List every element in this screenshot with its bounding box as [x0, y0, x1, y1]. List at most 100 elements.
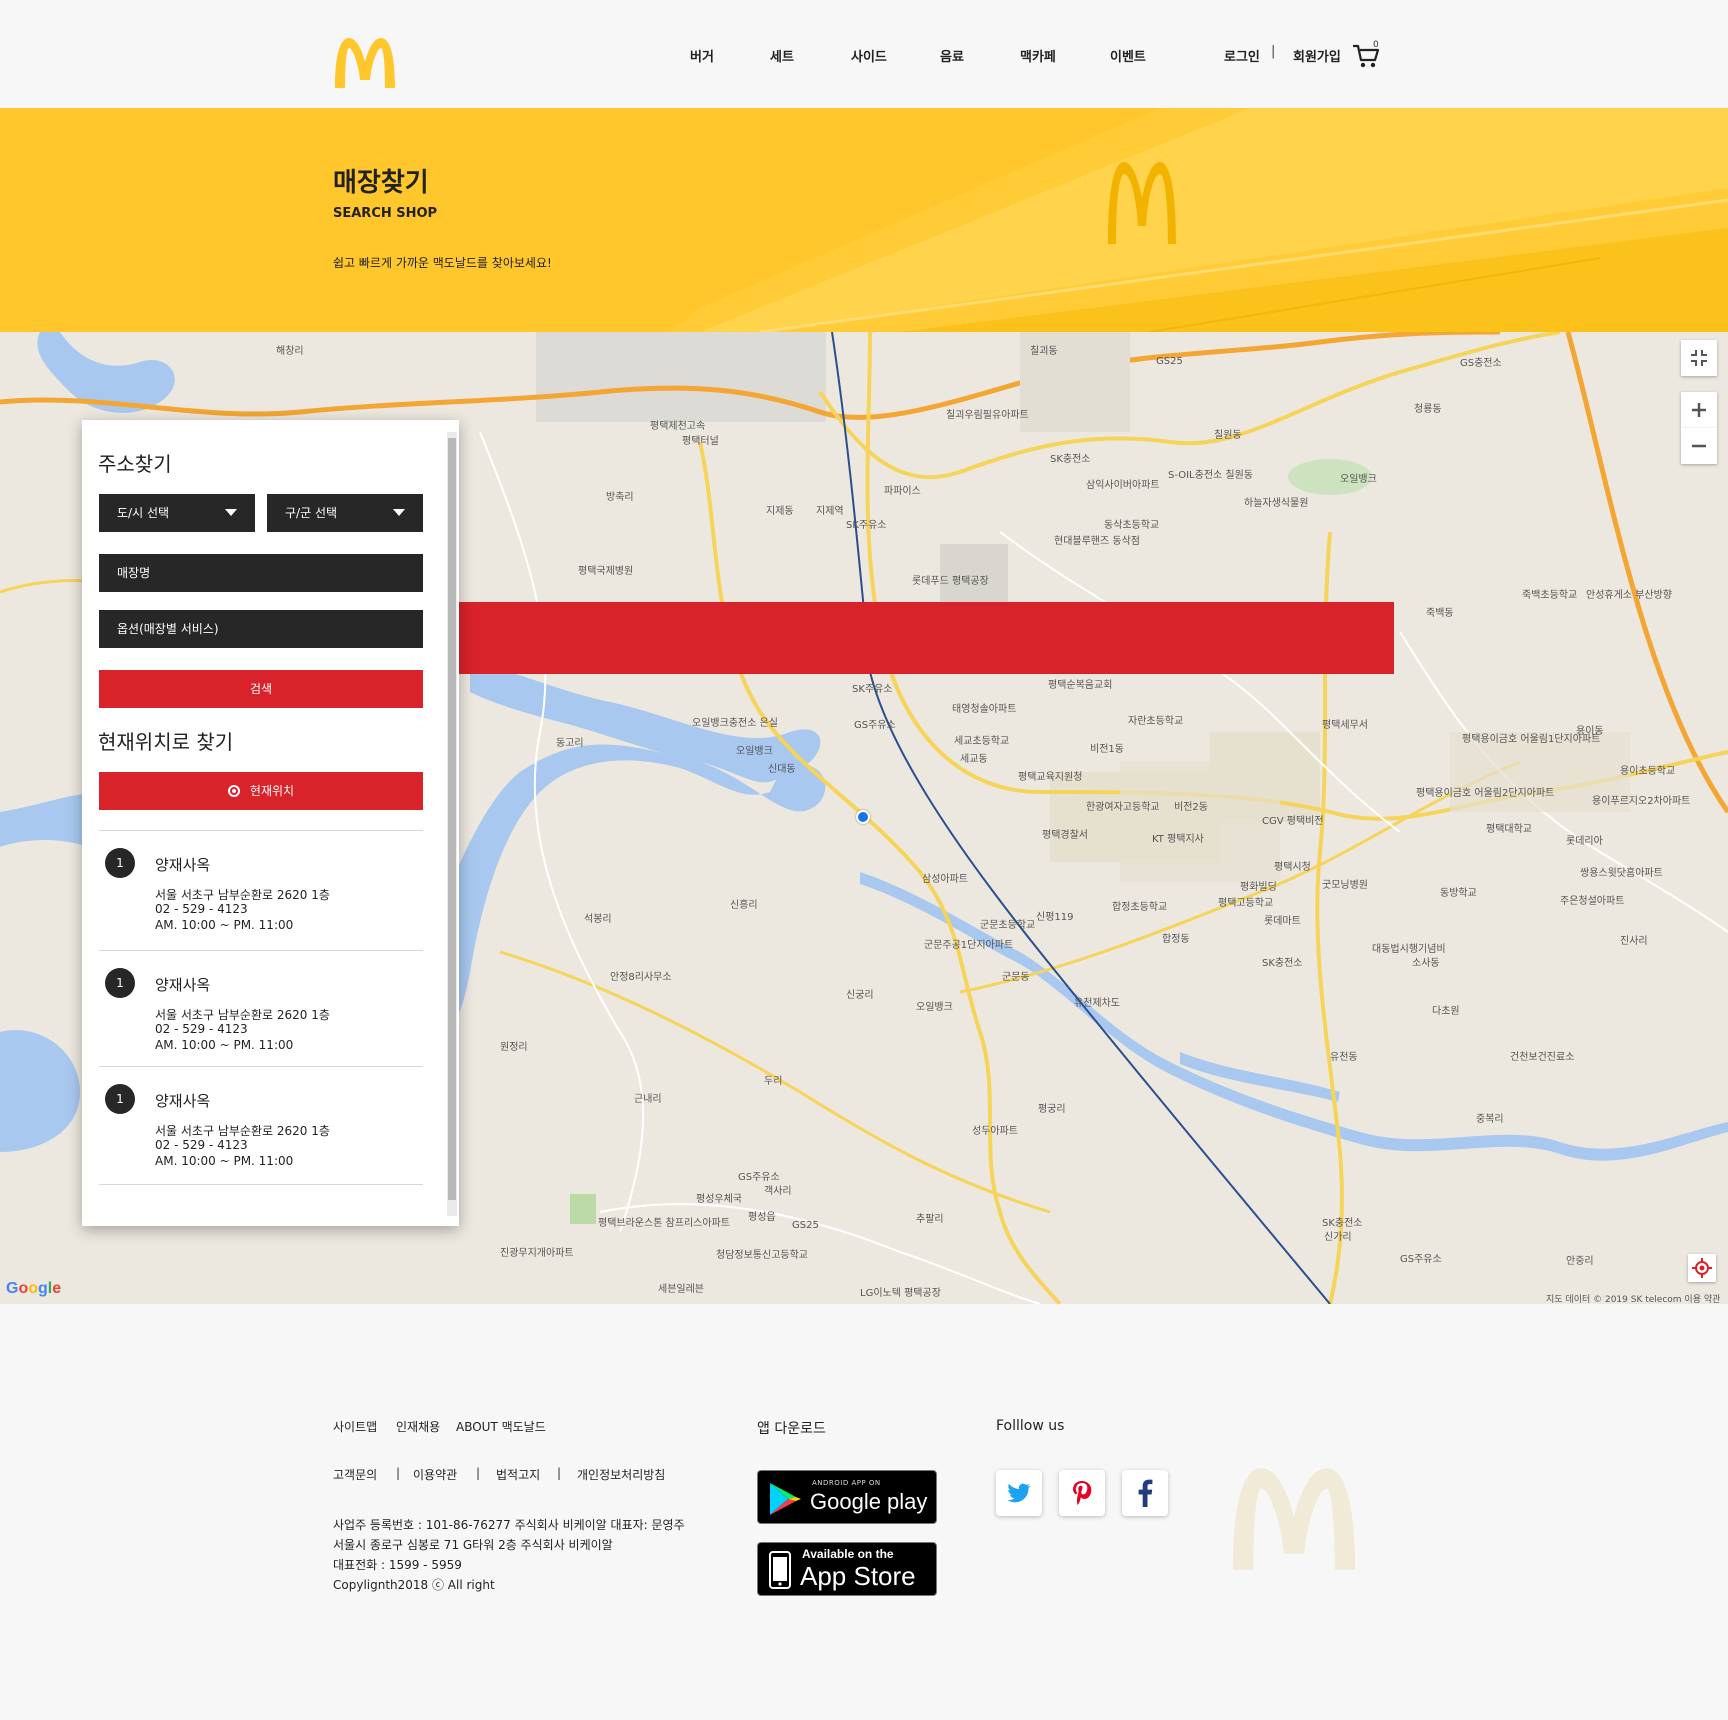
city-select[interactable]: 도/시 선택 — [99, 494, 255, 532]
locate-button[interactable] — [1688, 1254, 1716, 1282]
map-label: 합정동 — [1162, 934, 1190, 945]
current-location-marker — [856, 810, 870, 824]
scrollbar-thumb[interactable] — [448, 438, 456, 1200]
map-label: GS25 — [1156, 356, 1183, 367]
caret-down-icon — [393, 509, 405, 516]
map-label: 신가리 — [1324, 1232, 1352, 1243]
store-hours: AM. 10:00 ~ PM. 11:00 — [155, 1154, 294, 1168]
app-store-button[interactable]: Available on the App Store — [757, 1542, 937, 1596]
map-label: 동삭초등학교 — [1104, 520, 1160, 531]
map-label: 평택용이금호 어울림2단지아파트 — [1416, 788, 1555, 799]
map-credit[interactable]: 지도 데이터 © 2019 SK telecom 이용 약관 — [1546, 1292, 1720, 1304]
map-label: GS주유소 — [738, 1172, 780, 1183]
nav-burger[interactable]: 버거 — [690, 46, 714, 65]
map-label: 합정초등학교 — [1112, 902, 1168, 913]
store-list-item[interactable]: 1 양재사옥 서울 서초구 남부순환로 2620 1층 02 - 529 - 4… — [99, 848, 423, 958]
app-store-text: App Store — [800, 1561, 916, 1591]
footer-phone: 대표전화 : 1599 - 5959 — [333, 1558, 462, 1572]
map-label: 건천보건진료소 — [1510, 1052, 1575, 1063]
footer-separator: | — [557, 1466, 562, 1480]
store-list-item[interactable]: 1 양재사옥 서울 서초구 남부순환로 2620 1층 02 - 529 - 4… — [99, 968, 423, 1078]
zoom-in-button[interactable] — [1681, 392, 1717, 428]
map-label: 세교초등학교 — [954, 736, 1010, 747]
map-label: KT 평택지사 — [1152, 834, 1204, 845]
page-title: 매장찾기 — [333, 168, 429, 198]
store-address: 서울 서초구 남부순환로 2620 1층 — [155, 1124, 330, 1138]
panel-scrollbar[interactable] — [447, 432, 457, 1216]
map-label: LG이노텍 평택공장 — [860, 1288, 941, 1299]
map-label: 다초원 — [1432, 1006, 1460, 1017]
nav-event[interactable]: 이벤트 — [1110, 46, 1146, 65]
map-label: 주은청설아파트 — [1560, 896, 1625, 907]
map-label: CGV 평택비전 — [1262, 816, 1324, 827]
fullscreen-button[interactable] — [1681, 340, 1717, 376]
map-label: 두리 — [764, 1076, 783, 1087]
google-play-icon — [770, 1483, 801, 1515]
footer-link-about[interactable]: ABOUT 맥도날드 — [456, 1418, 546, 1435]
footer-separator: | — [476, 1466, 481, 1480]
map-label: 안중리 — [1566, 1256, 1594, 1267]
footer-link-contact[interactable]: 고객문의 — [333, 1466, 377, 1483]
map-label: 지제역 — [816, 506, 844, 517]
map-label: 롯데리아 — [1566, 836, 1603, 847]
map-label: S-OIL충전소 칠원동 — [1168, 470, 1254, 481]
map-label: SK충전소 — [1262, 958, 1303, 969]
map-label: 칠원동 — [1214, 430, 1242, 441]
map-label: SK주유소 — [846, 520, 887, 531]
search-button[interactable]: 검색 — [99, 670, 423, 708]
map-label: 파파이스 — [884, 486, 921, 497]
footer-copyright: Copylignth2018 ⓒ All right — [333, 1578, 495, 1592]
store-number-badge: 1 — [105, 1084, 135, 1114]
map-label: 신평119 — [1036, 912, 1074, 923]
google-play-top-text: ANDROID APP ON — [812, 1479, 881, 1487]
hero-store-illustration — [670, 108, 1728, 332]
map-label: 평택시청 — [1274, 862, 1311, 873]
map-label: 평택대학교 — [1486, 824, 1532, 835]
map-label: 평택경찰서 — [1042, 830, 1088, 841]
map-label: 평택터널 — [682, 436, 719, 447]
map-label: 유천동 — [1330, 1052, 1358, 1063]
map-label: 객사리 — [764, 1186, 792, 1197]
map-label: 중복리 — [1476, 1114, 1504, 1125]
twitter-button[interactable] — [996, 1470, 1042, 1516]
current-location-button[interactable]: 현재위치 — [99, 772, 423, 810]
store-name-input[interactable]: 매장명 — [99, 554, 423, 592]
store-list-item[interactable]: 1 양재사옥 서울 서초구 남부순환로 2620 1층 02 - 529 - 4… — [99, 1084, 423, 1194]
district-select[interactable]: 구/군 선택 — [267, 494, 423, 532]
map-label: 오일뱅크 — [1340, 474, 1377, 485]
follow-us-title: Folllow us — [996, 1418, 1065, 1434]
nav-side[interactable]: 사이드 — [851, 46, 887, 65]
zoom-in-icon — [1692, 403, 1706, 417]
google-play-button[interactable]: ANDROID APP ON Google play — [757, 1470, 937, 1524]
footer-address: 서울시 종로구 심봉로 71 G타워 2층 주식회사 비케이알 — [333, 1538, 613, 1552]
map-label: 하늘자생식물원 — [1244, 498, 1309, 509]
facebook-button[interactable] — [1122, 1470, 1168, 1516]
nav-set[interactable]: 세트 — [770, 46, 794, 65]
service-option-input[interactable]: 옵션(매장별 서비스) — [99, 610, 423, 648]
nav-mccafe[interactable]: 맥카페 — [1020, 46, 1056, 65]
map-label: 석봉리 — [584, 914, 612, 925]
map-label: GS25 — [792, 1220, 819, 1231]
pinterest-button[interactable] — [1059, 1470, 1105, 1516]
footer-link-privacy[interactable]: 개인정보처리방침 — [577, 1466, 665, 1483]
signup-link[interactable]: 회원가입 — [1293, 46, 1341, 65]
map-label: 해창리 — [276, 346, 304, 357]
login-link[interactable]: 로그인 — [1224, 46, 1260, 65]
footer-link-terms[interactable]: 이용약관 — [413, 1466, 457, 1483]
auth-separator: | — [1271, 44, 1276, 59]
nav-drink[interactable]: 음료 — [940, 46, 964, 65]
zoom-out-button[interactable] — [1681, 428, 1717, 464]
map-label: 청룡동 — [1414, 404, 1442, 415]
facebook-icon — [1138, 1479, 1153, 1507]
footer-link-careers[interactable]: 인재채용 — [396, 1418, 440, 1435]
map-label: 신흥리 — [730, 900, 758, 911]
mcdonalds-logo-icon[interactable] — [333, 36, 397, 90]
map-label: SK충전소 — [1050, 454, 1091, 465]
site-header: 버거 세트 사이드 음료 맥카페 이벤트 로그인 | 회원가입 0 — [0, 0, 1728, 108]
footer-link-sitemap[interactable]: 사이트맵 — [333, 1418, 377, 1435]
footer-link-legal[interactable]: 법적고지 — [496, 1466, 540, 1483]
map-label: 원정리 — [500, 1042, 528, 1053]
map-label: 방축리 — [606, 492, 634, 503]
twitter-icon — [1007, 1483, 1030, 1503]
locate-icon — [1692, 1258, 1712, 1278]
